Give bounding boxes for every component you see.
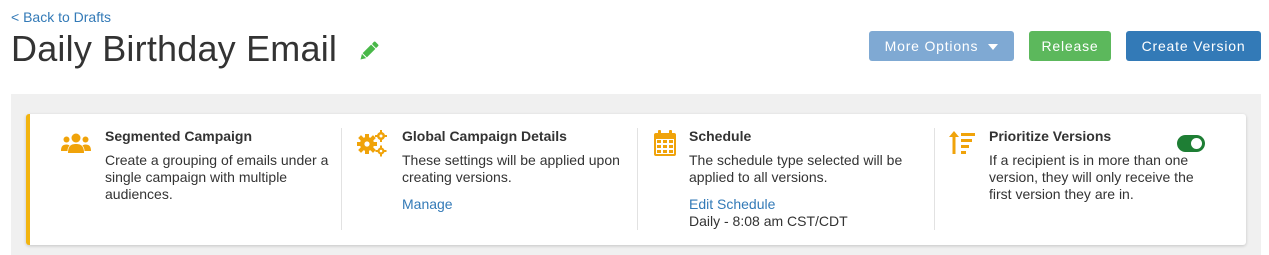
- prioritize-versions-title: Prioritize Versions: [989, 128, 1112, 144]
- global-campaign-details-title: Global Campaign Details: [402, 128, 567, 144]
- manage-link[interactable]: Manage: [402, 196, 453, 212]
- create-version-button[interactable]: Create Version: [1126, 31, 1261, 61]
- toggle-knob: [1191, 138, 1202, 149]
- prioritize-versions-description: If a recipient is in more than one versi…: [989, 152, 1194, 202]
- campaign-settings-card: Segmented Campaign Create a grouping of …: [26, 114, 1246, 245]
- schedule-title: Schedule: [689, 128, 752, 144]
- prioritize-versions-section: Prioritize Versions If a recipient is in…: [935, 114, 1246, 245]
- release-button[interactable]: Release: [1029, 31, 1111, 61]
- global-campaign-details-section: Global Campaign Details These settings w…: [342, 114, 638, 245]
- prioritize-versions-toggle[interactable]: [1177, 135, 1205, 152]
- edit-schedule-link[interactable]: Edit Schedule: [689, 196, 775, 212]
- sort-priority-icon: [949, 130, 977, 158]
- back-to-drafts-link[interactable]: < Back to Drafts: [11, 9, 111, 25]
- schedule-value: Daily - 8:08 am CST/CDT: [689, 213, 848, 229]
- gears-icon: [356, 129, 387, 157]
- more-options-label: More Options: [884, 38, 979, 54]
- more-options-button[interactable]: More Options: [869, 31, 1014, 61]
- segmented-campaign-description: Create a grouping of emails under a sing…: [105, 152, 329, 202]
- page-title: Daily Birthday Email: [11, 28, 338, 69]
- caret-down-icon: [988, 43, 999, 50]
- global-campaign-details-description: These settings will be applied upon crea…: [402, 152, 620, 185]
- calendar-icon: [652, 129, 680, 157]
- users-icon: [60, 129, 91, 157]
- schedule-section: Schedule The schedule type selected will…: [638, 114, 935, 245]
- segmented-campaign-section: Segmented Campaign Create a grouping of …: [30, 114, 342, 245]
- segmented-campaign-title: Segmented Campaign: [105, 128, 253, 144]
- pencil-icon[interactable]: [356, 38, 382, 64]
- schedule-description: The schedule type selected will be appli…: [689, 152, 903, 185]
